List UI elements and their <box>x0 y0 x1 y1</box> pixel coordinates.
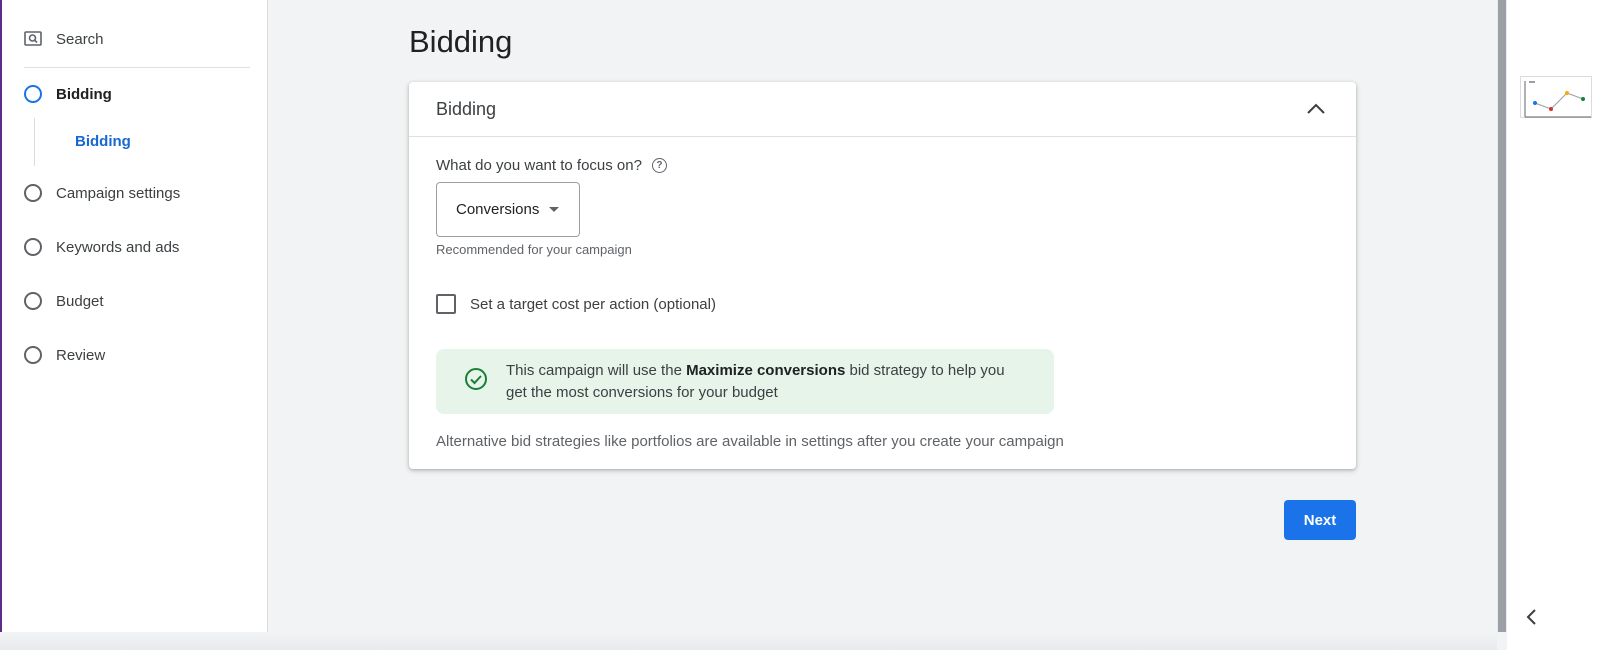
target-cpa-label: Set a target cost per action (optional) <box>470 295 716 313</box>
sidebar-step-label: Keywords and ads <box>56 238 180 256</box>
step-circle-icon <box>24 85 42 103</box>
sidebar-search-label: Search <box>56 30 104 48</box>
sidebar-step-label: Review <box>56 346 106 364</box>
sidebar-search[interactable]: Search <box>24 26 104 52</box>
sidebar-step-label: Campaign settings <box>56 184 181 202</box>
scrollbar-thumb[interactable] <box>1498 0 1506 632</box>
focus-question: What do you want to focus on? ? <box>436 157 667 174</box>
step-circle-icon <box>24 184 42 202</box>
bidding-card: Bidding What do you want to focus on? ? … <box>409 82 1356 469</box>
target-cpa-row[interactable]: Set a target cost per action (optional) <box>436 294 716 314</box>
check-circle-icon <box>464 367 488 396</box>
focus-question-text: What do you want to focus on? <box>436 157 642 174</box>
dropdown-caret-icon <box>549 207 560 212</box>
sidebar-step-label: Bidding <box>56 85 112 103</box>
bottom-edge <box>0 632 1497 650</box>
sidebar-step-bidding[interactable]: Bidding <box>24 82 112 106</box>
strategy-info-box: This campaign will use the Maximize conv… <box>436 349 1054 414</box>
next-button[interactable]: Next <box>1284 500 1356 540</box>
help-icon[interactable]: ? <box>651 158 667 173</box>
sidebar-sub-line <box>34 118 35 166</box>
search-icon <box>24 31 42 47</box>
step-circle-icon <box>24 238 42 256</box>
sidebar-substep-bidding[interactable]: Bidding <box>75 133 131 150</box>
focus-dropdown-value: Conversions <box>456 201 540 218</box>
sidebar-step-label: Budget <box>56 292 104 310</box>
sidebar-step-budget[interactable]: Budget <box>24 289 104 313</box>
sidebar: Search Bidding Bidding Campaign settings… <box>0 0 268 650</box>
alternative-strategies-note: Alternative bid strategies like portfoli… <box>436 433 1064 450</box>
sidebar-divider <box>24 67 250 68</box>
sidebar-step-campaign-settings[interactable]: Campaign settings <box>24 181 180 205</box>
card-header[interactable]: Bidding <box>409 82 1356 137</box>
info-prefix: This campaign will use the <box>506 361 687 379</box>
step-circle-icon <box>24 292 42 310</box>
focus-dropdown[interactable]: Conversions <box>436 182 580 237</box>
sidebar-step-keywords-and-ads[interactable]: Keywords and ads <box>24 235 179 259</box>
page-title: Bidding <box>409 24 513 59</box>
sidebar-step-review[interactable]: Review <box>24 343 105 367</box>
chevron-up-icon[interactable] <box>1304 97 1328 121</box>
chart-thumbnail-icon[interactable] <box>1520 76 1592 118</box>
dropdown-helper-text: Recommended for your campaign <box>436 242 632 257</box>
chevron-left-icon[interactable] <box>1522 607 1542 627</box>
target-cpa-checkbox[interactable] <box>436 294 456 314</box>
step-circle-icon <box>24 346 42 364</box>
strategy-name: Maximize conversions <box>686 361 846 379</box>
card-title: Bidding <box>436 98 497 119</box>
strategy-info-text: This campaign will use the Maximize conv… <box>506 360 1026 404</box>
